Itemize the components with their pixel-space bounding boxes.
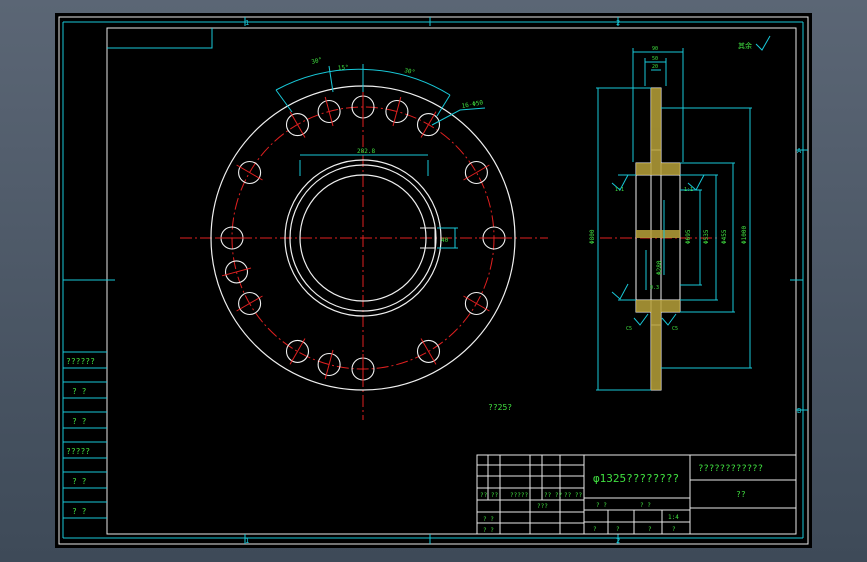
title-part-name: φ1325????????	[593, 472, 679, 485]
tb-sign-2: ? ?	[483, 527, 494, 534]
left-row-3: ? ?	[72, 417, 87, 426]
left-row-2: ? ?	[72, 387, 87, 396]
small-label-4: C5	[626, 326, 632, 332]
dim-20: 20	[652, 64, 658, 70]
dia-455: Φ455	[721, 229, 728, 244]
keyway-dim: 282.8	[357, 148, 375, 155]
dia-1000: Φ1000	[741, 226, 748, 244]
dia-535: Φ535	[703, 229, 710, 244]
key-width-dim: 40	[441, 237, 449, 244]
dia-695: Φ695	[685, 229, 692, 244]
drawing-canvas: 1 2 1 2 A B 30° 15° 30° 16-Φ50 282.8 40 …	[55, 13, 812, 548]
tb-row-label-3: ?? ??	[544, 492, 562, 499]
dia-280: Φ280	[656, 260, 663, 275]
drawing-note: ??25?	[488, 403, 512, 412]
tb-sheet-1: ?	[593, 526, 597, 533]
zone-label-bottom-2: 2	[616, 537, 620, 545]
title-company: ????????????	[698, 464, 763, 474]
small-label-5: C5	[672, 326, 678, 332]
cad-viewport[interactable]: 1 2 1 2 A B 30° 15° 30° 16-Φ50 282.8 40 …	[0, 0, 867, 562]
zone-label-side-b: B	[797, 407, 801, 415]
small-label-1: 1:1	[615, 187, 624, 193]
tb-scale-1: ? ?	[596, 502, 607, 509]
zone-label-top-2: 2	[616, 19, 620, 27]
tb-row-label-2: ?????	[510, 492, 528, 499]
left-row-1: ??????	[66, 357, 95, 366]
left-row-6: ? ?	[72, 507, 87, 516]
zone-label-top-1: 1	[245, 19, 249, 27]
tb-sheet-2: ?	[616, 526, 620, 533]
left-row-5: ? ?	[72, 477, 87, 486]
tb-scale-2: ? ?	[640, 502, 651, 509]
angle-dim-2: 15°	[338, 64, 349, 72]
dia-800: Φ800	[589, 229, 596, 244]
tb-sign-1: ? ?	[483, 516, 494, 523]
tb-sign-3: ???	[537, 503, 548, 510]
small-label-2: 1:1	[684, 187, 693, 193]
tb-sheet-3: ?	[648, 526, 652, 533]
tb-row-label-4: ?? ??	[564, 492, 582, 499]
tb-sheet-4: ?	[672, 526, 676, 533]
dim-50: 50	[652, 56, 658, 62]
left-row-4: ?????	[66, 447, 90, 456]
dim-90: 90	[652, 46, 658, 52]
title-material: ??	[736, 490, 746, 499]
tb-row-label-1: ?? ??	[480, 492, 498, 499]
zone-label-bottom-1: 1	[245, 537, 249, 545]
surface-finish-note: 其余	[738, 41, 752, 50]
tb-scale-3: 1:4	[668, 514, 679, 521]
small-label-3: 0.3	[650, 285, 659, 291]
